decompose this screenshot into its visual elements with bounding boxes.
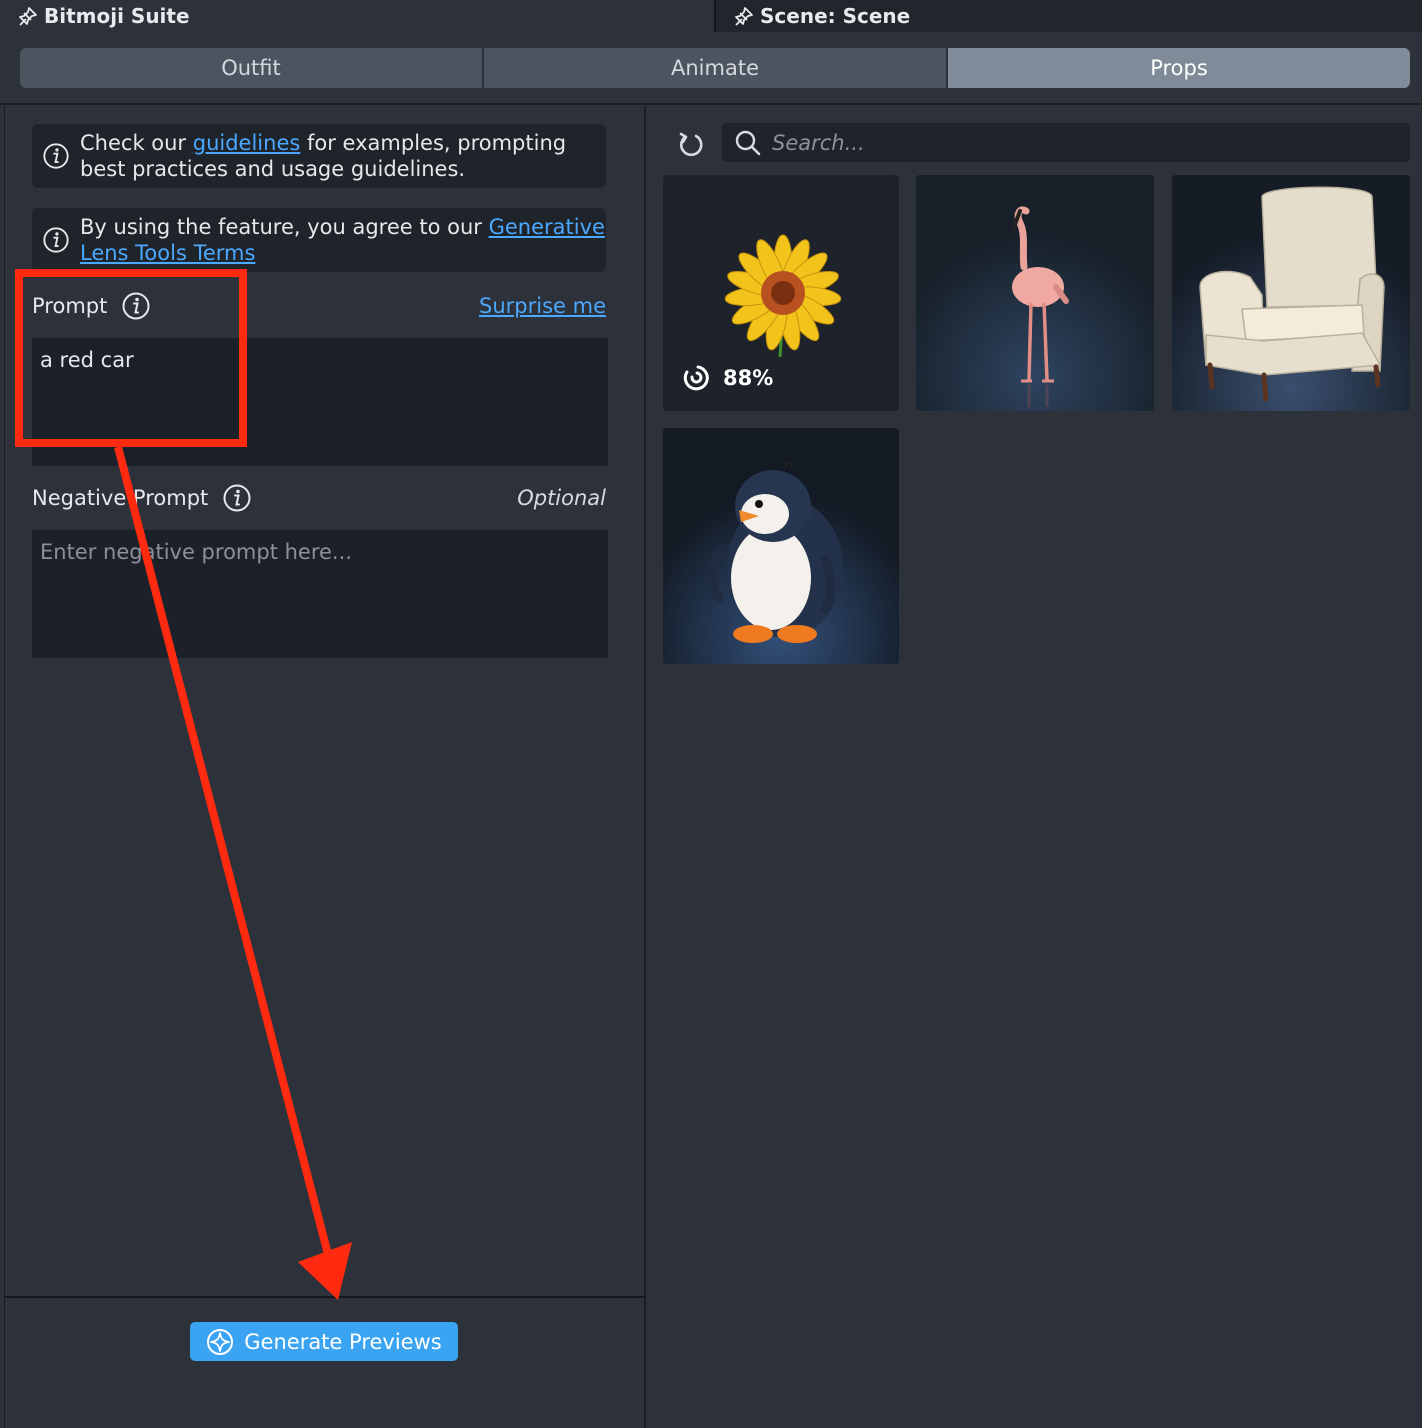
info-icon[interactable] xyxy=(222,483,252,513)
result-tile-penguin[interactable] xyxy=(663,428,899,664)
refresh-button[interactable] xyxy=(672,126,708,162)
panel-divider[interactable] xyxy=(644,106,646,1428)
negative-prompt-input[interactable]: Enter negative prompt here... xyxy=(32,530,608,658)
guidelines-text: Check our guidelines for examples, promp… xyxy=(80,130,606,182)
info-icon xyxy=(43,227,69,253)
terms-text-pre: By using the feature, you agree to our xyxy=(80,215,489,239)
tab-strip: Outfit Animate Props xyxy=(0,32,1422,105)
tab-outfit[interactable]: Outfit xyxy=(20,48,482,88)
panel-tab-bitmoji-suite[interactable]: Bitmoji Suite xyxy=(0,0,714,32)
info-icon[interactable] xyxy=(121,291,151,321)
segmented-control: Outfit Animate Props xyxy=(20,48,1410,88)
tab-props[interactable]: Props xyxy=(946,48,1410,88)
guidelines-info-box: Check our guidelines for examples, promp… xyxy=(32,124,606,188)
panel-title: Bitmoji Suite xyxy=(44,4,190,28)
info-icon xyxy=(43,143,69,169)
result-tile-armchair[interactable] xyxy=(1172,175,1410,411)
search-input[interactable] xyxy=(772,123,1410,162)
flamingo-thumbnail xyxy=(916,175,1154,411)
terms-text: By using the feature, you agree to our G… xyxy=(80,214,606,266)
panel-title: Scene: Scene xyxy=(760,4,911,28)
terms-info-box: By using the feature, you agree to our G… xyxy=(32,208,606,272)
armchair-thumbnail xyxy=(1172,175,1410,411)
pin-icon[interactable] xyxy=(16,4,40,28)
generation-progress: 88% xyxy=(681,363,773,393)
pin-icon[interactable] xyxy=(732,4,756,28)
guidelines-text-pre: Check our xyxy=(80,131,193,155)
generate-previews-label: Generate Previews xyxy=(244,1329,442,1354)
footer-divider xyxy=(4,1296,644,1298)
progress-percent: 88% xyxy=(723,366,774,390)
refresh-icon xyxy=(679,132,703,157)
surprise-me-link[interactable]: Surprise me xyxy=(479,294,606,318)
panel-tab-scene[interactable]: Scene: Scene xyxy=(714,0,1422,32)
title-bar: Bitmoji Suite Scene: Scene xyxy=(0,0,1422,32)
search-bar xyxy=(722,123,1410,162)
penguin-thumbnail xyxy=(663,428,899,664)
spinner-icon xyxy=(683,365,709,391)
search-icon xyxy=(735,130,761,155)
sparkle-icon xyxy=(207,1328,234,1355)
prompt-label-row: Prompt Surprise me xyxy=(32,290,606,322)
tab-animate[interactable]: Animate xyxy=(482,48,946,88)
result-tile-sunflower[interactable]: 88% xyxy=(663,175,899,411)
prompt-label: Prompt xyxy=(32,294,108,318)
result-tile-flamingo[interactable] xyxy=(916,175,1154,411)
prompt-input[interactable]: a red car xyxy=(32,338,608,466)
guidelines-link[interactable]: guidelines xyxy=(193,131,301,155)
generate-previews-button[interactable]: Generate Previews xyxy=(190,1322,458,1361)
optional-label: Optional xyxy=(517,486,606,510)
negative-prompt-label-row: Negative Prompt Optional xyxy=(32,482,606,514)
negative-prompt-label: Negative Prompt xyxy=(32,486,209,510)
